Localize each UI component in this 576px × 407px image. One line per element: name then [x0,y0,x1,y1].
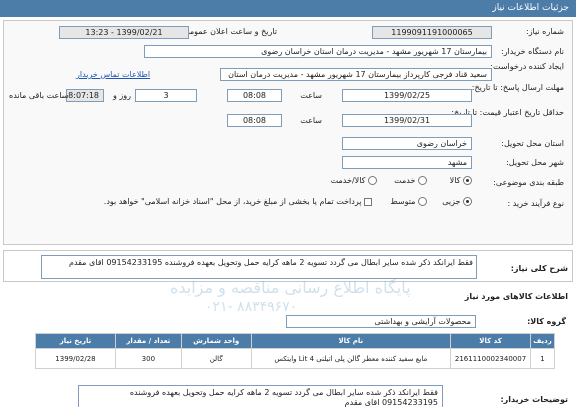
treasury-payment-option[interactable]: پرداخت تمام یا بخشی از مبلغ خرید، از محل… [104,197,372,206]
response-deadline-label: مهلت ارسال پاسخ: تا تاریخ: [471,83,564,92]
announce-datetime-label: تاریخ و ساعت اعلان عمومی: [180,27,277,36]
response-time-label: ساعت [300,91,322,100]
validity-date-field: 1399/02/31 [342,114,472,127]
goods-group-field: محصولات آرایشی و بهداشتی [286,315,476,328]
buyer-org-label: نام دستگاه خریدار: [501,47,564,56]
row-number-cell: 1 [530,348,555,369]
city-label: شهر محل تحویل: [506,158,564,167]
radio-selected-icon [463,197,472,206]
item-name-cell: مایع سفید کننده معطر گالن پلی اتیلنی Lit… [250,348,452,369]
process-option-medium[interactable]: متوسط [390,197,427,206]
remaining-days-field: 3 [135,89,197,102]
category-label: طبقه بندی موضوعی: [493,178,564,187]
table-header-row: ردیف کد کالا نام کالا واحد شمارش تعداد /… [35,333,555,349]
page-header: جزئیات اطلاعات نیاز [0,0,576,17]
goods-group-label: گروه کالا: [527,317,566,326]
unit-cell: گالن [180,348,252,369]
radio-icon [418,176,427,185]
radio-icon [418,197,427,206]
watermark-phone: ۰۲۱- ۸۸۳۴۹۶۷۰ [205,299,298,315]
process-type-label: نوع فرآیند خرید : [507,199,564,208]
province-label: استان محل تحویل: [501,139,564,148]
category-option-goods-service[interactable]: کالا/خدمت [331,176,377,185]
buyer-notes-label: توضیحات خریدار: [500,395,568,404]
price-validity-label: حداقل تاریخ اعتبار قیمت: تا تاریخ: [451,108,564,117]
city-field: مشهد [342,156,472,169]
checkbox-icon [364,197,372,206]
radio-selected-icon [463,176,472,185]
column-header: واحد شمارش [180,333,252,349]
remaining-time-label: ساعت باقی مانده [9,91,69,100]
response-time-field: 08:08 [227,89,282,102]
column-header: ردیف [530,333,555,349]
item-code-cell: 2161110002340007 [450,348,532,369]
table-row: 1 2161110002340007 مایع سفید کننده معطر … [35,348,555,369]
goods-table: ردیف کد کالا نام کالا واحد شمارش تعداد /… [35,333,555,369]
radio-icon [368,176,377,185]
category-option-goods[interactable]: کالا [450,176,472,185]
category-option-service[interactable]: خدمت [394,176,427,185]
need-number-field: 1199091191000065 [372,26,492,39]
need-details-panel: شماره نیاز: 1199091191000065 تاریخ و ساع… [3,20,573,245]
buyer-contact-link[interactable]: اطلاعات تماس خریدار [76,70,150,79]
announce-datetime-field: 1399/02/21 - 13:23 [59,26,189,39]
watermark-text: پایگاه اطلاع رسانی مناقصه و مزایده [170,278,411,297]
creator-field: سعید قناد فرجی کارپرداز بیمارستان 17 شهر… [220,68,492,81]
general-description-label: شرح کلی نیاز: [510,264,568,273]
buyer-notes-field: فقط ایرانکد ذکر شده سایر ابطال می گردد ت… [78,385,443,407]
need-date-cell: 1399/02/28 [35,348,116,369]
province-field: خراسان رضوی [342,137,472,150]
page-title: جزئیات اطلاعات نیاز [492,3,569,13]
remaining-time-field: 18:07:18 [66,89,104,102]
general-description-field: فقط ایرانکد ذکر شده سایر ابطال می گردد ت… [41,255,477,279]
creator-label: ایجاد کننده درخواست: [490,62,564,71]
validity-time-field: 08:08 [227,114,282,127]
process-option-minor[interactable]: جزیی [442,197,472,206]
days-label: روز و [113,91,131,100]
column-header: کد کالا [450,333,532,349]
column-header: تعداد / مقدار [114,333,182,349]
response-date-field: 1399/02/25 [342,89,472,102]
need-number-label: شماره نیاز: [526,27,564,36]
goods-section-label: اطلاعات کالاهای مورد نیاز [464,292,568,301]
column-header: تاریخ نیاز [35,333,116,349]
column-header: نام کالا [250,333,452,349]
buyer-org-field: بیمارستان 17 شهریور مشهد - مدیریت درمان … [144,45,492,58]
quantity-cell: 300 [114,348,182,369]
validity-time-label: ساعت [300,116,322,125]
